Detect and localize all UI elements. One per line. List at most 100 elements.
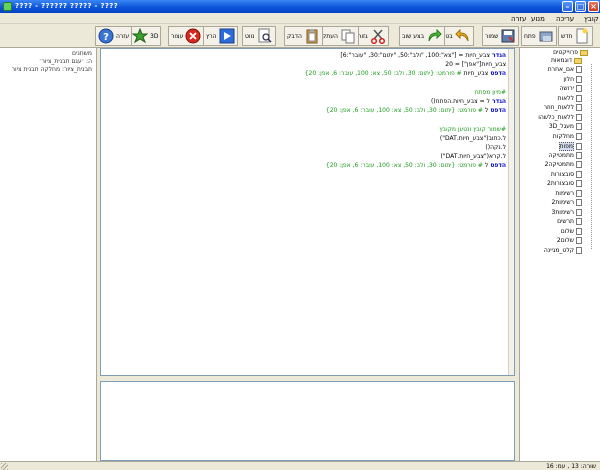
- project-tree[interactable]: פרוייקטים דוגמאות אם_אחרת חלון ירושה ללאות ל…: [519, 48, 600, 461]
- tree-file-item[interactable]: חלון: [563, 75, 582, 83]
- file-icon: [576, 75, 582, 83]
- run-button[interactable]: הרץ: [203, 26, 238, 46]
- editor-scrollbar[interactable]: [508, 49, 514, 375]
- tree-file-item[interactable]: מעגל_3D: [549, 123, 582, 130]
- code-token: צבע_חיות: [461, 70, 489, 78]
- code-token: הדפס: [488, 107, 506, 115]
- tree-file-item[interactable]: רשימות3: [552, 208, 582, 216]
- tree-file-item[interactable]: אם_אחרת: [548, 66, 582, 73]
- tree-file-item[interactable]: מחלקות: [553, 132, 582, 140]
- copy-icon: [340, 28, 356, 44]
- code-token: הדפס: [488, 70, 506, 78]
- tree-file-item[interactable]: מפות: [558, 142, 582, 151]
- file-icon: [576, 199, 582, 206]
- new-file-icon: [574, 28, 590, 44]
- code-line: צבע_חיות["אפן"] = 20: [445, 61, 506, 68]
- new-button[interactable]: חדש: [558, 26, 594, 46]
- tree-root[interactable]: פרוייקטים: [553, 49, 588, 56]
- code-line: הגדר צבע_חיות = ["צא":100, "ולב":50, "ית…: [340, 52, 506, 59]
- variables-header: משתנים: [72, 50, 92, 57]
- app-icon: [3, 2, 12, 11]
- resize-grip-icon[interactable]: [1, 463, 8, 470]
- tree-file-item[interactable]: תרשים: [557, 218, 582, 225]
- code-token: ל.כתוב("צבע_חיות.DAT"): [439, 134, 506, 142]
- save-button[interactable]: שמור: [482, 26, 520, 46]
- run-icon: [219, 28, 235, 44]
- tree-file-item[interactable]: שלום2: [557, 237, 582, 244]
- tree-file-item[interactable]: סובצורות: [551, 170, 582, 178]
- menu-file[interactable]: קובץ: [584, 15, 599, 23]
- code-token: הדפס: [488, 162, 506, 170]
- tree-file-item[interactable]: ללאות_חוזר: [544, 104, 582, 111]
- 3d-button[interactable]: 3D: [129, 26, 162, 46]
- folder-icon: [580, 49, 588, 56]
- menu-edit[interactable]: עריכה: [556, 15, 574, 23]
- file-icon: [576, 143, 582, 150]
- cursor-position: שורה: 13 , עמ: 16: [546, 463, 596, 470]
- toolbar: חדש פתח שמור בטל בצע שוב גזור העתק הדבק …: [0, 24, 600, 48]
- stop-button[interactable]: עצור: [168, 26, 205, 46]
- file-icon: [576, 85, 582, 92]
- 3d-icon: [131, 27, 149, 44]
- menu-engine[interactable]: מנוע: [531, 15, 545, 23]
- variables-panel[interactable]: משתנים ה: ׳עגם תבנית_ציור׳ תבנית_ציור: מ…: [0, 48, 97, 461]
- tree-folder-examples[interactable]: דוגמאות: [551, 57, 582, 64]
- code-token: #שמור קובץ ונטען מקובץ: [439, 125, 506, 133]
- tree-file-item[interactable]: מתמטיקה: [548, 151, 582, 159]
- redo-button[interactable]: בצע שוב: [399, 26, 446, 46]
- tree-file-item[interactable]: שלום: [561, 227, 582, 235]
- code-token: ל.נקה(): [485, 144, 506, 151]
- tree-file-item[interactable]: סובצורות2: [547, 180, 582, 187]
- tree-file-item[interactable]: רשימות2: [552, 199, 582, 206]
- file-icon: [576, 170, 582, 178]
- file-icon: [576, 227, 582, 235]
- code-line: ל.כתוב("צבע_חיות.DAT"): [440, 135, 506, 142]
- minimize-button[interactable]: –: [562, 1, 573, 12]
- code-line: הדפס צבע_חיות # פורמט: {יתום: 30, ולב: 5…: [305, 70, 506, 77]
- tree-file-item[interactable]: ללאות: [558, 94, 582, 102]
- window-title: ???? - ?????? ????? - ????: [15, 2, 118, 10]
- code-token: צבע_חיות = ["צא":100, "ולב":50, "יתום":3…: [340, 52, 490, 59]
- code-token: צבע_חיות["אפן"] = 20: [445, 61, 506, 69]
- tree-file-item[interactable]: ללאות_כלשהו: [538, 113, 582, 121]
- code-editor[interactable]: הגדר צבע_חיות = ["צא":100, "ולב":50, "ית…: [100, 48, 515, 376]
- code-token: הגדר: [489, 52, 506, 59]
- code-line: הגדר ל = צבע_חיות.הפתח(): [431, 98, 506, 105]
- tree-file-item[interactable]: קלט_מגיינה: [544, 246, 582, 254]
- folder-icon: [574, 57, 582, 64]
- find-button[interactable]: נווט: [242, 26, 276, 46]
- output-pane[interactable]: [100, 381, 515, 461]
- code-line: הדפס ל # פורמט: {יתום: 30, ולב: 50, צא: …: [326, 107, 506, 114]
- tree-file-item[interactable]: מתמטיקה2: [545, 161, 582, 168]
- menu-help[interactable]: עזרה: [511, 15, 526, 23]
- close-button[interactable]: ×: [588, 1, 599, 12]
- status-bar: שורה: 13 , עמ: 16: [0, 461, 600, 470]
- paste-button[interactable]: הדבק: [284, 26, 323, 46]
- help-button[interactable]: ? עזרה: [95, 26, 133, 46]
- copy-button[interactable]: העתק: [319, 26, 359, 46]
- menu-bar: קובץ עריכה מנוע עזרה: [0, 13, 600, 24]
- file-icon: [576, 94, 582, 102]
- file-icon: [576, 189, 582, 197]
- code-line: #שמור קובץ ונטען מקובץ: [439, 126, 506, 133]
- file-icon: [576, 218, 582, 225]
- file-icon: [576, 246, 582, 254]
- code-token: הגדר: [489, 98, 506, 105]
- variable-entry: ה: ׳עגם תבנית_ציור׳: [39, 58, 92, 65]
- tree-connector: [591, 64, 592, 249]
- code-token: # פורמט: {יתום: 30, ולב: 50, צא: 100, עו…: [325, 162, 483, 170]
- code-line: הדפס ל # פורמט: {יתום: 30, ולב: 50, צא: …: [326, 162, 506, 169]
- cut-button[interactable]: גזור: [355, 26, 389, 46]
- file-icon: [576, 104, 582, 111]
- help-icon: ?: [98, 28, 114, 44]
- code-token: # פורמט: {יתום: 30, ולב: 50, צא: 100, עו…: [325, 107, 483, 115]
- tree-file-item[interactable]: רשימות: [555, 189, 582, 197]
- redo-icon: [426, 28, 442, 44]
- open-button[interactable]: פתח: [521, 26, 557, 46]
- maximize-button[interactable]: □: [575, 1, 586, 12]
- tree-file-item[interactable]: ירושה: [559, 85, 582, 92]
- file-icon: [576, 123, 582, 130]
- code-token: ל.קרא("צבע_חיות.DAT"): [440, 153, 506, 161]
- code-line: #מיון מפתח: [475, 89, 506, 96]
- code-token: #מיון מפתח: [474, 88, 506, 96]
